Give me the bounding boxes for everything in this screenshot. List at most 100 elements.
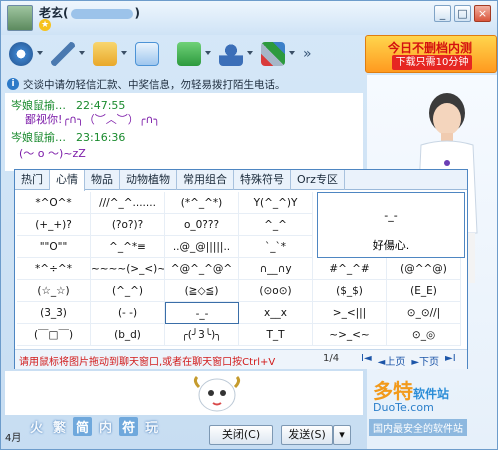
tab-objects[interactable]: 物品 <box>85 170 120 190</box>
page-indicator: 1/4 <box>323 353 340 364</box>
simplified-button[interactable]: 简 <box>73 417 93 436</box>
emoticon-cell[interactable]: (b_d) <box>91 324 165 346</box>
pager: I◄ ◄上页 ►下页 ►I <box>361 353 456 368</box>
sheep-mascot-icon <box>193 375 241 412</box>
emoticon-cell[interactable]: ^@^_^@^ <box>165 258 239 280</box>
chevron-down-icon[interactable] <box>289 51 295 55</box>
emoticon-cell[interactable]: ∩__∩y <box>239 258 313 280</box>
maximize-button[interactable]: □ <box>454 5 471 22</box>
voice-button[interactable] <box>47 38 87 70</box>
status-text: 4月 <box>5 433 22 444</box>
emoticon-cell[interactable]: ($_$) <box>313 280 387 302</box>
minimize-button[interactable]: _ <box>434 5 451 22</box>
emoticon-cell[interactable]: (- -) <box>91 302 165 324</box>
emoticon-cell[interactable]: ""O"" <box>17 236 91 258</box>
send-button[interactable]: 发送(S) <box>281 425 333 445</box>
input-toolbar: 火 繁 简 内 符 玩 <box>27 417 161 436</box>
emoticon-cell[interactable]: (^_^) <box>91 280 165 302</box>
emoticon-cell[interactable]: ~>_<~ <box>313 324 387 346</box>
next-page-button[interactable]: ►下页 <box>411 353 439 368</box>
play-button[interactable]: 玩 <box>142 417 161 436</box>
video-call-button[interactable] <box>5 38 45 70</box>
emoticon-cell[interactable]: (+_+)? <box>17 214 91 236</box>
emoticon-cell[interactable]: (E_E) <box>387 280 461 302</box>
emoticon-cell[interactable]: (?o?)? <box>91 214 165 236</box>
emoticon-cell[interactable]: ╭(╯3╰)╮ <box>165 324 239 346</box>
last-page-button[interactable]: ►I <box>445 353 456 368</box>
ad-banner[interactable]: 今日不删档内测 下载只需10分钟 <box>365 35 497 73</box>
emoticon-cell[interactable]: o_0??? <box>165 214 239 236</box>
emoticon-cell[interactable]: ⊙_⊙//| <box>387 302 461 324</box>
emoticon-cell[interactable]: `_`* <box>239 236 313 258</box>
theme-button[interactable]: 火 <box>27 417 46 436</box>
emoticon-cell[interactable]: T_T <box>239 324 313 346</box>
first-page-button[interactable]: I◄ <box>361 353 372 368</box>
traditional-button[interactable]: 繁 <box>50 417 69 436</box>
emoticon-cell[interactable]: *^O^* <box>17 192 91 214</box>
emoticon-cell[interactable]: x__x <box>239 302 313 324</box>
chevron-down-icon[interactable] <box>79 51 85 55</box>
tab-mood[interactable]: 心情 <box>50 170 85 191</box>
send-options-button[interactable]: ▾ <box>333 425 351 445</box>
chevron-down-icon[interactable] <box>205 51 211 55</box>
emoticon-cell[interactable]: *^÷^* <box>17 258 91 280</box>
tab-hot[interactable]: 热门 <box>15 170 50 190</box>
ad-title: 今日不删档内测 <box>388 41 473 55</box>
emoticon-cell[interactable]: ///^_^....... <box>91 192 165 214</box>
close-chat-button[interactable]: 关闭(C) <box>209 425 273 445</box>
emoticon-cell[interactable]: (*^_^*) <box>165 192 239 214</box>
avatar[interactable] <box>7 5 33 31</box>
emoticon-cell[interactable]: ⊙_◎ <box>387 324 461 346</box>
mail-button[interactable] <box>131 38 171 70</box>
inner-button[interactable]: 内 <box>96 417 115 436</box>
chat-window: 老玄() ★ _ □ × » 今日不删档内测 下载只需10分钟 i 交谈中请勿轻… <box>0 0 498 450</box>
file-transfer-button[interactable] <box>89 38 129 70</box>
message-sender: 岑娘鼠揄… <box>11 131 66 144</box>
message-input[interactable] <box>5 371 363 415</box>
contacts-button[interactable] <box>215 38 255 70</box>
games-button[interactable] <box>257 38 297 70</box>
preview-emoticon: -_- <box>384 209 398 222</box>
app-add-button[interactable] <box>173 38 213 70</box>
tab-common-combos[interactable]: 常用组合 <box>177 170 234 190</box>
watermark-domain: DuoTe.com <box>373 401 434 414</box>
emoticon-cell[interactable]: ^_^*≡ <box>91 236 165 258</box>
chat-history[interactable]: 岑娘鼠揄… 22:47:55 鄙视你!╭∩╮（︶︿︶）╭∩╮ 岑娘鼠揄… 23:16… <box>5 93 363 171</box>
chevron-down-icon[interactable] <box>37 51 43 55</box>
chevron-down-icon[interactable] <box>121 51 127 55</box>
more-tools-button[interactable]: » <box>303 46 312 62</box>
tab-orz[interactable]: Orz专区 <box>291 170 345 190</box>
emoticon-cell[interactable]: (3_3) <box>17 302 91 324</box>
star-icon: ★ <box>39 19 51 31</box>
watermark-slogan: 国内最安全的软件站 <box>369 419 467 436</box>
info-icon: i <box>7 78 19 90</box>
emoticon-cell[interactable]: (☆_☆) <box>17 280 91 302</box>
message-text: (～ o ～)~zZ <box>19 147 86 160</box>
emoticon-cell[interactable]: Y(^_^)Y <box>239 192 313 214</box>
tab-special-symbols[interactable]: 特殊符号 <box>234 170 291 190</box>
emoticon-preview: -_- 好偒心. <box>317 192 465 258</box>
emoticon-panel: 热门 心情 物品 动物植物 常用组合 特殊符号 Orz专区 -_- 好偒心. *… <box>14 169 468 369</box>
emoticon-cell[interactable]: ~~~~(>_<)~~~~ <box>91 258 165 280</box>
emoticon-cell[interactable]: #^_^# <box>313 258 387 280</box>
message-time: 23:16:36 <box>76 131 126 144</box>
emoticon-cell[interactable]: ^_^ <box>239 214 313 236</box>
tab-animals-plants[interactable]: 动物植物 <box>120 170 177 190</box>
emoticon-tabs: 热门 心情 物品 动物植物 常用组合 特殊符号 Orz专区 <box>15 170 467 191</box>
ad-subtitle: 下载只需10分钟 <box>392 55 472 70</box>
title-bar: 老玄() ★ _ □ × <box>1 1 497 35</box>
message-header: 岑娘鼠揄… 23:16:36 <box>11 129 125 145</box>
microphone-icon <box>51 42 75 66</box>
emoticon-cell[interactable]: (@^^@) <box>387 258 461 280</box>
symbol-button[interactable]: 符 <box>119 417 139 436</box>
prev-page-button[interactable]: ◄上页 <box>378 353 406 368</box>
close-button[interactable]: × <box>474 5 491 22</box>
contact-name: 老玄() <box>39 6 140 20</box>
emoticon-cell[interactable]: (￣□￣) <box>17 324 91 346</box>
chevron-down-icon[interactable] <box>247 51 253 55</box>
emoticon-cell[interactable]: ..@_@|||||.. <box>165 236 239 258</box>
emoticon-cell[interactable]: -_- <box>165 302 239 324</box>
emoticon-cell[interactable]: >_<||| <box>313 302 387 324</box>
emoticon-cell[interactable]: (≧◇≦) <box>165 280 239 302</box>
emoticon-cell[interactable]: (⊙o⊙) <box>239 280 313 302</box>
